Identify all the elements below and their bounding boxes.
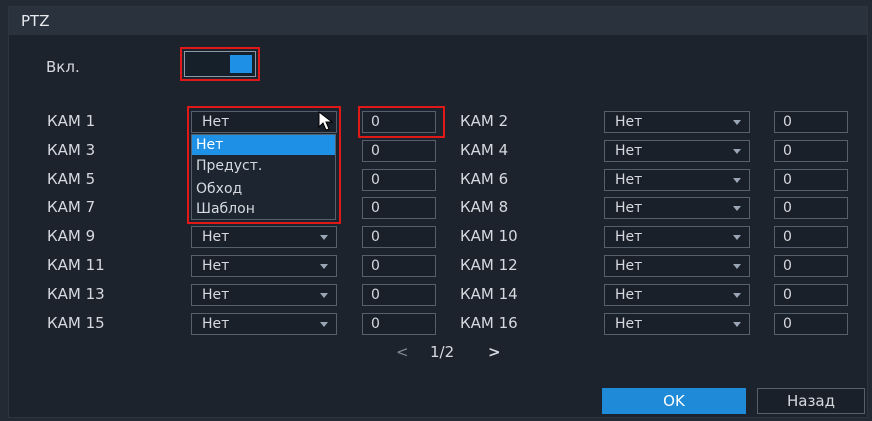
camera-9-mode-value: Нет <box>202 229 230 245</box>
camera-label-1: КАМ 1 <box>47 112 96 130</box>
camera-13-number-input[interactable]: 0 <box>362 284 436 306</box>
camera-14-mode-select[interactable]: Нет <box>604 284 750 306</box>
ok-button[interactable]: OK <box>602 388 746 414</box>
camera-10-number-input[interactable]: 0 <box>774 226 848 248</box>
chevron-down-icon <box>733 235 741 240</box>
camera-4-number-input[interactable]: 0 <box>774 140 848 162</box>
chevron-down-icon <box>320 264 328 269</box>
camera-label-3: КАМ 3 <box>47 141 96 159</box>
camera-label-14: КАМ 14 <box>460 285 518 303</box>
camera-label-8: КАМ 8 <box>460 198 509 216</box>
enable-label: Вкл. <box>46 58 80 76</box>
camera-label-16: КАМ 16 <box>460 314 518 332</box>
chevron-down-icon <box>320 322 328 327</box>
camera-12-number-input[interactable]: 0 <box>774 255 848 277</box>
camera-6-number-input[interactable]: 0 <box>774 169 848 191</box>
mouse-pointer-icon <box>318 111 334 131</box>
camera-15-mode-select[interactable]: Нет <box>191 313 337 335</box>
camera-11-mode-value: Нет <box>202 258 230 274</box>
camera-9-mode-select[interactable]: Нет <box>191 226 337 248</box>
camera-label-6: КАМ 6 <box>460 170 509 188</box>
chevron-down-icon <box>733 322 741 327</box>
chevron-down-icon <box>733 264 741 269</box>
highlight-box-number <box>358 106 445 138</box>
pager-page-indicator: 1/2 <box>430 343 455 361</box>
camera-13-mode-value: Нет <box>202 287 230 303</box>
camera-10-mode-select[interactable]: Нет <box>604 226 750 248</box>
back-button[interactable]: Назад <box>757 388 865 414</box>
pager-next-button[interactable]: > <box>488 343 501 361</box>
chevron-down-icon <box>733 178 741 183</box>
camera-15-number-input[interactable]: 0 <box>362 313 436 335</box>
camera-13-mode-select[interactable]: Нет <box>191 284 337 306</box>
camera-8-mode-value: Нет <box>615 200 643 216</box>
highlight-box-toggle <box>180 47 260 81</box>
camera-2-mode-value: Нет <box>615 114 643 130</box>
camera-label-11: КАМ 11 <box>47 256 105 274</box>
window-title: PTZ <box>9 7 867 35</box>
camera-5-number-input[interactable]: 0 <box>362 169 436 191</box>
camera-12-mode-value: Нет <box>615 258 643 274</box>
camera-16-mode-select[interactable]: Нет <box>604 313 750 335</box>
camera-7-number-input[interactable]: 0 <box>362 197 436 219</box>
chevron-down-icon <box>733 149 741 154</box>
camera-14-mode-value: Нет <box>615 287 643 303</box>
camera-15-mode-value: Нет <box>202 316 230 332</box>
camera-label-9: КАМ 9 <box>47 227 96 245</box>
camera-label-12: КАМ 12 <box>460 256 518 274</box>
camera-label-13: КАМ 13 <box>47 285 105 303</box>
camera-6-mode-select[interactable]: Нет <box>604 169 750 191</box>
camera-2-mode-select[interactable]: Нет <box>604 111 750 133</box>
camera-8-mode-select[interactable]: Нет <box>604 197 750 219</box>
pager-prev-button[interactable]: < <box>396 343 409 361</box>
chevron-down-icon <box>733 120 741 125</box>
camera-16-number-input[interactable]: 0 <box>774 313 848 335</box>
camera-12-mode-select[interactable]: Нет <box>604 255 750 277</box>
camera-6-mode-value: Нет <box>615 172 643 188</box>
camera-8-number-input[interactable]: 0 <box>774 197 848 219</box>
camera-4-mode-value: Нет <box>615 143 643 159</box>
camera-11-number-input[interactable]: 0 <box>362 255 436 277</box>
camera-11-mode-select[interactable]: Нет <box>191 255 337 277</box>
camera-label-4: КАМ 4 <box>460 141 509 159</box>
camera-label-15: КАМ 15 <box>47 314 105 332</box>
camera-4-mode-select[interactable]: Нет <box>604 140 750 162</box>
camera-16-mode-value: Нет <box>615 316 643 332</box>
chevron-down-icon <box>320 235 328 240</box>
chevron-down-icon <box>320 293 328 298</box>
camera-10-mode-value: Нет <box>615 229 643 245</box>
camera-9-number-input[interactable]: 0 <box>362 226 436 248</box>
chevron-down-icon <box>733 293 741 298</box>
camera-3-number-input[interactable]: 0 <box>362 140 436 162</box>
camera-label-7: КАМ 7 <box>47 198 96 216</box>
camera-label-5: КАМ 5 <box>47 170 96 188</box>
camera-label-2: КАМ 2 <box>460 112 509 130</box>
chevron-down-icon <box>733 206 741 211</box>
camera-14-number-input[interactable]: 0 <box>774 284 848 306</box>
camera-2-number-input[interactable]: 0 <box>774 111 848 133</box>
camera-label-10: КАМ 10 <box>460 227 518 245</box>
